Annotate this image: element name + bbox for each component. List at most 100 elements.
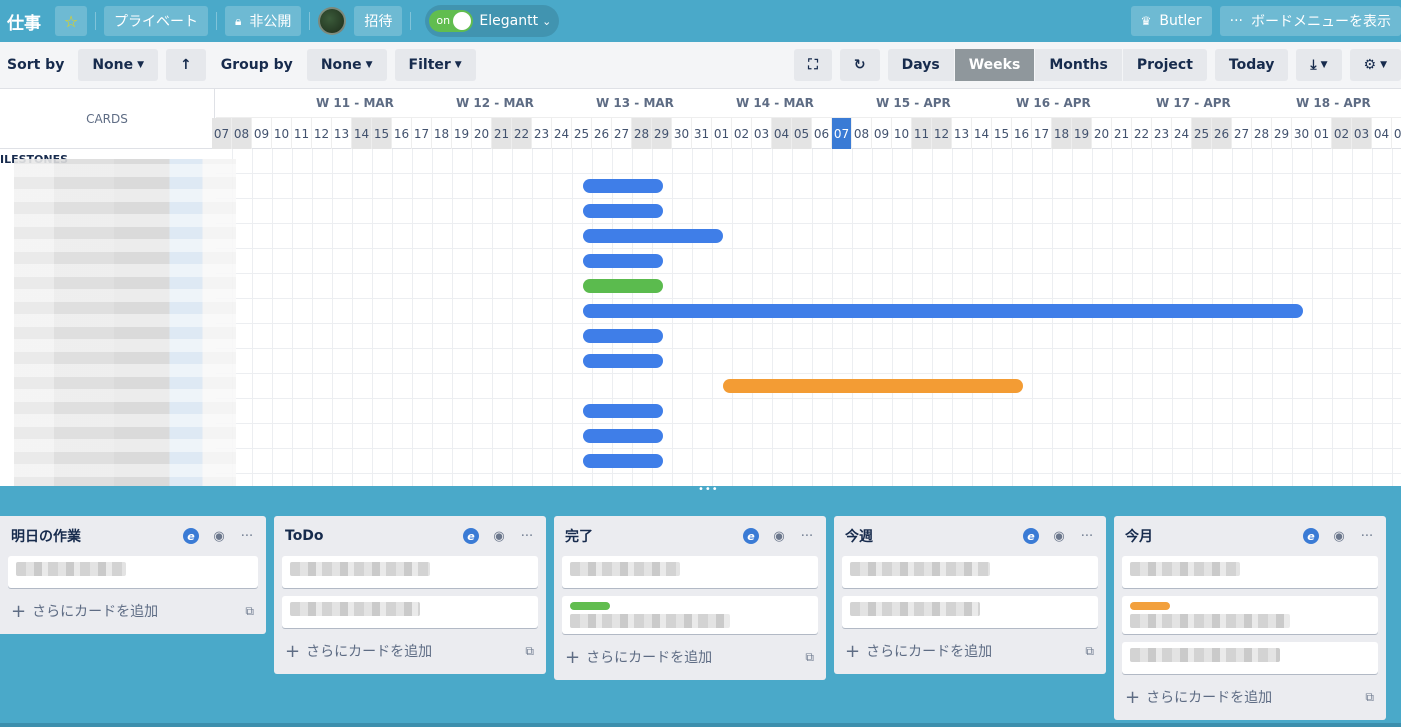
- plus-icon: +: [845, 640, 861, 662]
- gantt-bar[interactable]: [583, 279, 663, 293]
- elegantt-icon[interactable]: e: [1300, 525, 1322, 547]
- star-button[interactable]: ☆: [55, 6, 87, 36]
- visibility-button[interactable]: プライベート: [104, 6, 208, 36]
- view-months[interactable]: Months: [1035, 49, 1122, 81]
- gantt-bar[interactable]: [583, 404, 663, 418]
- list-title[interactable]: 明日の作業: [8, 526, 174, 546]
- add-card-button[interactable]: + さらにカードを追加 ⧉: [1122, 682, 1378, 712]
- card[interactable]: [1122, 556, 1378, 588]
- gantt-bar[interactable]: [583, 329, 663, 343]
- card[interactable]: [562, 596, 818, 634]
- gear-icon: ⚙: [1363, 57, 1377, 73]
- add-card-button[interactable]: + さらにカードを追加 ⧉: [842, 636, 1098, 666]
- gantt-bar[interactable]: [583, 354, 663, 368]
- gantt-bar[interactable]: [583, 179, 663, 193]
- drag-handle-icon[interactable]: •••: [698, 485, 719, 495]
- gantt-bar[interactable]: [583, 304, 1303, 318]
- today-button[interactable]: Today: [1214, 49, 1289, 81]
- more-icon[interactable]: ···: [236, 525, 258, 547]
- list-title[interactable]: 今週: [842, 526, 1014, 546]
- view-weeks[interactable]: Weeks: [954, 49, 1035, 81]
- eye-icon[interactable]: ◉: [1048, 525, 1070, 547]
- elegantt-toggle[interactable]: on: [429, 10, 474, 32]
- gantt-bar[interactable]: [583, 454, 663, 468]
- gantt-bar[interactable]: [583, 229, 723, 243]
- list-title[interactable]: 完了: [562, 526, 734, 546]
- card-title-redacted: [1130, 648, 1280, 662]
- elegantt-icon[interactable]: e: [740, 525, 762, 547]
- refresh-button[interactable]: ↻: [839, 49, 880, 81]
- card[interactable]: [1122, 642, 1378, 674]
- download-icon: ⤓: [1310, 57, 1317, 73]
- card-names-redacted[interactable]: [14, 159, 236, 486]
- gantt-bar[interactable]: [583, 254, 663, 268]
- eye-icon[interactable]: ◉: [488, 525, 510, 547]
- add-card-button[interactable]: + さらにカードを追加 ⧉: [8, 596, 258, 626]
- day-cell: 01: [712, 118, 732, 149]
- day-cell: 23: [532, 118, 552, 149]
- gantt-grid[interactable]: [216, 149, 1401, 486]
- sort-label: Sort by: [7, 57, 65, 73]
- day-cell: 03: [752, 118, 772, 149]
- avatar[interactable]: [318, 7, 347, 35]
- eye-icon[interactable]: ◉: [768, 525, 790, 547]
- card-template-icon[interactable]: ⧉: [805, 650, 814, 665]
- card-label: [570, 602, 610, 610]
- card-title-redacted: [1130, 614, 1290, 628]
- settings-button[interactable]: ⚙ ▼: [1349, 49, 1401, 81]
- more-icon[interactable]: ···: [516, 525, 538, 547]
- card[interactable]: [842, 596, 1098, 628]
- more-icon[interactable]: ···: [1076, 525, 1098, 547]
- card[interactable]: [282, 556, 538, 588]
- add-card-button[interactable]: + さらにカードを追加 ⧉: [282, 636, 538, 666]
- header-right: ♛ Butler ··· ボードメニューを表示: [1130, 6, 1401, 36]
- fullscreen-button[interactable]: ⛶: [794, 49, 832, 81]
- day-cell: 01: [1312, 118, 1332, 149]
- export-button[interactable]: ⤓ ▼: [1296, 49, 1342, 81]
- card-template-icon[interactable]: ⧉: [1085, 644, 1094, 659]
- privacy-button[interactable]: 🔒︎ 非公開: [225, 6, 302, 36]
- list-title[interactable]: ToDo: [282, 528, 454, 544]
- card-template-icon[interactable]: ⧉: [1365, 690, 1374, 705]
- add-card-label: さらにカードを追加: [866, 644, 993, 660]
- group-dropdown[interactable]: None ▼: [306, 49, 387, 81]
- card-title-redacted: [850, 562, 990, 576]
- filter-dropdown[interactable]: Filter ▼: [394, 49, 476, 81]
- gantt-bar[interactable]: [583, 429, 663, 443]
- card-title-redacted: [16, 562, 126, 576]
- sort-direction-button[interactable]: ↑: [166, 49, 206, 81]
- butler-icon: ♛: [1140, 14, 1152, 28]
- day-cell: 18: [432, 118, 452, 149]
- list-title[interactable]: 今月: [1122, 526, 1294, 546]
- elegantt-icon[interactable]: e: [180, 525, 202, 547]
- view-days[interactable]: Days: [887, 49, 954, 81]
- gantt-bar[interactable]: [583, 204, 663, 218]
- more-icon[interactable]: ···: [1356, 525, 1378, 547]
- invite-button[interactable]: 招待: [354, 6, 403, 36]
- card-template-icon[interactable]: ⧉: [245, 604, 254, 619]
- elegantt-icon[interactable]: e: [1020, 525, 1042, 547]
- list-header: 今週 e ◉ ···: [842, 522, 1098, 550]
- board-title[interactable]: 仕事: [7, 9, 41, 34]
- horizontal-scrollbar[interactable]: [0, 723, 1401, 727]
- card[interactable]: [8, 556, 258, 588]
- sort-dropdown[interactable]: None ▼: [78, 49, 159, 81]
- card[interactable]: [562, 556, 818, 588]
- eye-icon[interactable]: ◉: [1328, 525, 1350, 547]
- add-card-button[interactable]: + さらにカードを追加 ⧉: [562, 642, 818, 672]
- more-icon[interactable]: ···: [796, 525, 818, 547]
- plus-icon: +: [565, 646, 581, 668]
- card[interactable]: [1122, 596, 1378, 634]
- board-menu-button[interactable]: ··· ボードメニューを表示: [1219, 6, 1401, 36]
- day-cell: 12: [312, 118, 332, 149]
- card-template-icon[interactable]: ⧉: [525, 644, 534, 659]
- eye-icon[interactable]: ◉: [208, 525, 230, 547]
- card[interactable]: [282, 596, 538, 628]
- card[interactable]: [842, 556, 1098, 588]
- divider: [309, 12, 311, 30]
- elegantt-icon[interactable]: e: [460, 525, 482, 547]
- elegantt-toggle-wrap[interactable]: on Elegantt ⌄: [425, 5, 560, 37]
- gantt-bar[interactable]: [723, 379, 1023, 393]
- view-project[interactable]: Project: [1122, 49, 1207, 81]
- butler-button[interactable]: ♛ Butler: [1130, 6, 1212, 36]
